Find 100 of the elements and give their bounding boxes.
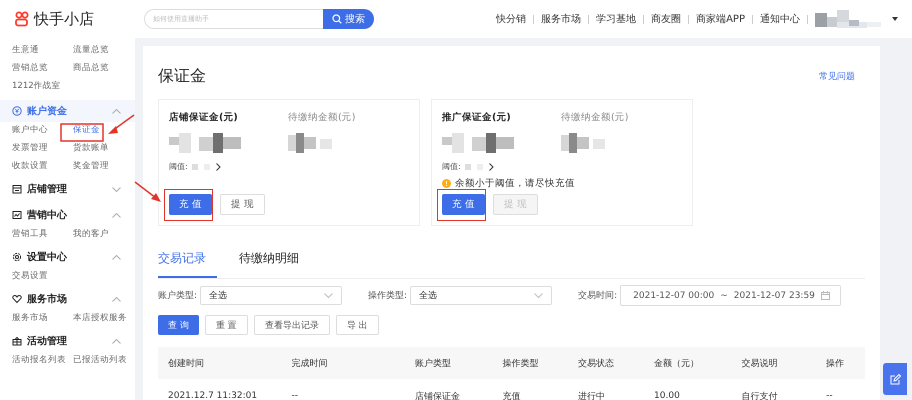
feedback-button[interactable] xyxy=(883,363,907,395)
sidebar-item[interactable]: 收款设置 xyxy=(12,158,73,174)
action-button[interactable]: 重 置 xyxy=(204,315,248,335)
withdraw-button[interactable]: 提 现 xyxy=(220,194,266,215)
heart-icon xyxy=(12,294,22,304)
table-cell-text: 进行中 xyxy=(578,390,606,400)
highlight-frame xyxy=(60,123,104,142)
blurred-value-drawing xyxy=(464,164,485,170)
column-header: 创建时间 xyxy=(168,358,205,370)
sidebar-section-header[interactable]: 营销中心 xyxy=(0,204,135,226)
table-cell-text: -- xyxy=(826,391,834,400)
arrow-drawing xyxy=(108,114,134,134)
sidebar-item[interactable]: 已报活动列表 xyxy=(73,352,135,368)
page-title: 保证金 xyxy=(158,66,206,87)
search-button[interactable]: 搜索 xyxy=(323,9,374,29)
chevron-down-icon xyxy=(112,186,121,192)
threshold-label: 阈值: xyxy=(442,161,461,172)
chevron-down-icon xyxy=(534,293,544,298)
column-header: 交易说明 xyxy=(742,358,779,370)
help-link[interactable]: 常见问题 xyxy=(819,70,855,83)
select-field[interactable]: 全选 xyxy=(200,286,342,305)
chevron-up-icon xyxy=(112,212,121,218)
pending-amount-label: 待缴纳金额(元) xyxy=(288,111,356,124)
filter-label: 账户类型: xyxy=(158,290,198,302)
select-field[interactable]: 全选 xyxy=(410,286,552,305)
action-button[interactable]: 导 出 xyxy=(336,315,379,335)
sidebar-item[interactable]: 1212作战室 xyxy=(12,78,73,94)
sidebar-section-header[interactable]: 店铺管理 xyxy=(0,178,135,200)
filter-label: 操作类型: xyxy=(368,290,408,302)
chevron-up-icon xyxy=(112,254,121,260)
card-title: 店铺保证金(元) xyxy=(169,111,239,124)
gift-icon xyxy=(12,336,22,346)
sidebar-section-header[interactable]: 活动管理 xyxy=(0,330,135,352)
nav-link[interactable]: 服务市场 xyxy=(541,12,582,26)
action-button[interactable]: 查看导出记录 xyxy=(254,315,330,335)
store-icon xyxy=(12,184,22,194)
calendar-icon xyxy=(820,291,830,300)
tab[interactable]: 交易记录 xyxy=(158,244,217,278)
table-cell-text: 店铺保证金 xyxy=(414,390,461,400)
table-cell-text: -- xyxy=(291,391,299,400)
sidebar-item[interactable]: 本店授权服务 xyxy=(73,310,135,326)
nav-link[interactable]: 商友圈 xyxy=(651,12,682,26)
date-range-field[interactable]: 2021-12-07 00:00 ~ 2021-12-07 23:59 xyxy=(620,285,841,306)
nav-link[interactable]: 快分销 xyxy=(496,12,526,26)
chevron-down-icon xyxy=(324,293,334,298)
arrow-drawing xyxy=(134,181,161,202)
sidebar-item[interactable]: 生意通 xyxy=(12,42,73,58)
sidebar-item[interactable]: 货款账单 xyxy=(73,140,135,156)
sidebar-item[interactable]: 服务市场 xyxy=(12,310,73,326)
sidebar-item[interactable]: 我的客户 xyxy=(73,226,135,242)
warning-text: 余额小于阈值，请尽快充值 xyxy=(455,176,575,190)
settings-icon xyxy=(12,252,22,262)
column-header: 完成时间 xyxy=(291,358,328,370)
sidebar-item[interactable]: 交易设置 xyxy=(12,268,73,284)
sidebar-item[interactable]: 商品总览 xyxy=(73,60,135,76)
sidebar-item[interactable]: 营销总览 xyxy=(12,60,73,76)
nav-link[interactable]: 商家端APP xyxy=(696,12,745,26)
logo-icon xyxy=(14,11,30,27)
chart-icon xyxy=(12,210,22,220)
sidebar-item[interactable]: 保证金 xyxy=(73,122,135,138)
sidebar-item[interactable]: 流量总览 xyxy=(73,42,135,58)
table-cell-text: 2021.12.7 11:32:01 xyxy=(168,391,258,400)
chevron-up-icon xyxy=(112,296,121,302)
pending-amount-label: 待缴纳金额(元) xyxy=(561,111,628,124)
column-header: 金额（元） xyxy=(654,358,700,370)
sidebar-item[interactable]: 活动报名列表 xyxy=(12,352,73,368)
nav-link[interactable]: 学习基地 xyxy=(596,12,636,26)
blurred-value-drawing xyxy=(561,133,607,153)
logo-text: 快手小店 xyxy=(34,10,94,28)
query-button[interactable]: 查 询 xyxy=(158,315,199,335)
table-cell-text: 自行支付 xyxy=(742,390,779,400)
threshold-label: 阈值: xyxy=(169,161,188,172)
tab[interactable]: 待缴纳明细 xyxy=(239,244,299,278)
chevron-up-icon xyxy=(112,338,121,344)
sidebar-item[interactable]: 账户中心 xyxy=(12,122,73,138)
highlight-frame xyxy=(164,189,213,221)
coin-icon xyxy=(12,106,22,116)
chevron-up-icon xyxy=(112,108,121,114)
sidebar-section-header[interactable]: 设置中心 xyxy=(0,246,135,268)
recharge-button[interactable]: 充 值 xyxy=(169,194,212,215)
card-title: 推广保证金(元) xyxy=(442,111,512,124)
filter-label: 交易时间: xyxy=(578,290,618,302)
chevron-right-icon[interactable] xyxy=(488,162,494,170)
column-header: 账户类型 xyxy=(414,358,452,370)
chevron-right-icon[interactable] xyxy=(216,162,221,170)
table-cell-text: 充值 xyxy=(502,390,522,400)
highlight-frame xyxy=(437,189,486,221)
sidebar-item[interactable]: 奖金管理 xyxy=(73,158,135,174)
column-header: 操作 xyxy=(826,358,846,370)
blurred-value-drawing xyxy=(192,164,212,170)
sidebar-item[interactable]: 营销工具 xyxy=(12,226,73,242)
sidebar-section-header[interactable]: 账户资金 xyxy=(0,100,135,122)
nav-link[interactable]: 通知中心 xyxy=(760,12,800,26)
recharge-button[interactable]: 充 值 xyxy=(442,194,486,215)
column-header: 操作类型 xyxy=(502,358,540,370)
sidebar-section-header[interactable]: 服务市场 xyxy=(0,288,135,310)
sidebar-item[interactable]: 发票管理 xyxy=(12,140,73,156)
warning-icon xyxy=(442,178,451,188)
table-cell-text: 10.00 xyxy=(654,391,681,400)
column-header: 交易状态 xyxy=(578,358,616,370)
